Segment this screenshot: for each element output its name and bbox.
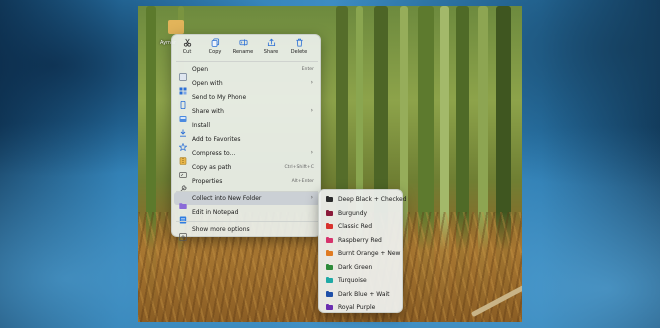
menu-divider (176, 61, 318, 62)
menu-item-open[interactable]: Open Enter (174, 63, 320, 81)
menu-divider (176, 221, 318, 222)
context-menu: Cut Copy Rename Share Delete Open Enter … (171, 34, 322, 241)
menu-item-copy-path[interactable]: Copy as path Ctrl+Shift+C (174, 161, 320, 178)
menu-item-more-options[interactable]: Show more options (174, 223, 320, 241)
submenu-item[interactable]: Burnt Orange + New (321, 247, 402, 260)
folder-icon (326, 263, 333, 270)
zip-icon (179, 150, 187, 165)
share-with-icon (179, 108, 187, 122)
copy-icon (210, 38, 220, 47)
install-icon (179, 122, 187, 137)
folder-icon (326, 290, 333, 297)
menu-item-edit-notepad[interactable]: Edit in Notepad (174, 206, 320, 224)
submenu-item[interactable]: Burgundy (321, 207, 402, 220)
folder-icon (326, 277, 333, 283)
chevron-right-icon: › (310, 194, 313, 201)
submenu-item[interactable]: Raspberry Red (321, 234, 402, 247)
notepad-icon (179, 209, 187, 224)
submenu-item[interactable]: Dark Blue + Wait (321, 288, 402, 301)
copy-label: Copy (208, 49, 222, 55)
folder-icon (326, 196, 333, 202)
menu-toolbar: Cut Copy Rename Share Delete (172, 35, 322, 59)
menu-item-install[interactable]: Install (174, 119, 320, 137)
copy-button[interactable]: Copy (202, 38, 228, 58)
chevron-right-icon: › (310, 79, 313, 86)
more-options-icon (179, 226, 187, 241)
share-label: Share (263, 49, 279, 55)
cut-label: Cut (182, 49, 192, 55)
share-icon (266, 38, 276, 47)
folder-icon[interactable] (168, 20, 184, 34)
menu-item-open-with[interactable]: Open with › (174, 77, 320, 95)
submenu-item[interactable]: Classic Red (321, 220, 402, 233)
menu-item-share-with[interactable]: Share with › (174, 105, 320, 122)
scissors-icon (182, 38, 192, 47)
rename-label: Rename (232, 49, 254, 55)
menu-item-add-favorites[interactable]: Add to Favorites (174, 133, 320, 152)
phone-icon (179, 94, 187, 110)
rename-icon (238, 38, 248, 47)
folder-icon (326, 223, 333, 229)
chevron-right-icon: › (310, 107, 313, 114)
trash-icon (294, 38, 304, 47)
share-button[interactable]: Share (258, 38, 284, 58)
submenu-item[interactable]: Deep Black + Checked (321, 193, 407, 206)
apps-icon (179, 80, 187, 95)
submenu-item[interactable]: Royal Purple (321, 301, 402, 314)
menu-item-send-to-phone[interactable]: Send to My Phone (174, 91, 320, 110)
delete-label: Delete (290, 49, 308, 55)
menu-item-collect-folder[interactable]: Collect into New Folder › (174, 192, 320, 209)
menu-item-compress[interactable]: Compress to... › (174, 147, 320, 165)
submenu-item[interactable]: Turquoise (321, 274, 402, 287)
folder-icon (326, 236, 333, 243)
folder-stack-icon (179, 195, 187, 209)
rename-button[interactable]: Rename (230, 38, 256, 58)
color-folder-submenu: Deep Black + Checked Burgundy Classic Re… (318, 189, 407, 314)
star-icon (178, 136, 188, 152)
delete-button[interactable]: Delete (286, 38, 312, 58)
folder-icon (326, 250, 333, 256)
wrench-icon (179, 178, 187, 193)
chevron-right-icon: › (310, 149, 313, 156)
folder-icon (326, 304, 333, 310)
menu-item-properties[interactable]: Properties Alt+Enter (174, 175, 320, 193)
open-icon (179, 66, 187, 81)
path-icon (179, 164, 187, 178)
submenu-item[interactable]: Dark Green (321, 261, 402, 274)
cut-button[interactable]: Cut (174, 38, 200, 58)
folder-icon (326, 209, 333, 216)
